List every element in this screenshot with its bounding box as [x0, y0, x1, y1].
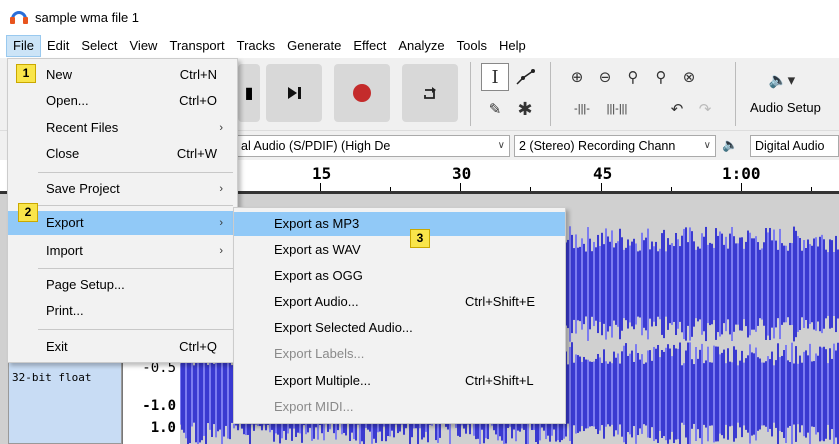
export-audio[interactable]: Export Audio... Ctrl+Shift+E [234, 290, 565, 314]
silence-icon: |||-||| [606, 103, 628, 115]
track-amplitude-scale: -0.5 -1.0 1.0 [122, 356, 180, 444]
file-menu-open[interactable]: Open... Ctrl+O [8, 89, 237, 113]
export-labels[interactable]: Export Labels... [234, 342, 565, 366]
silence-button[interactable]: |||-||| [600, 95, 634, 123]
track-info-panel[interactable]: 32-bit float [8, 356, 122, 444]
menu-transport[interactable]: Transport [163, 35, 230, 57]
file-menu-print[interactable]: Print... [8, 299, 237, 323]
playback-device-select[interactable]: al Audio (S/PDIF) (High De ∨ [236, 135, 510, 157]
speaker-icon: 🔈 [722, 137, 739, 152]
loop-button[interactable] [402, 64, 458, 122]
title-bar: sample wma file 1 [0, 0, 839, 34]
audacity-logo-icon [10, 10, 28, 24]
menu-help[interactable]: Help [493, 35, 532, 57]
window-title: sample wma file 1 [35, 9, 140, 25]
file-menu-import[interactable]: Import › [8, 239, 237, 263]
ruler-label: 15 [312, 164, 332, 183]
export-selected-audio[interactable]: Export Selected Audio... [234, 316, 565, 340]
file-menu-exit[interactable]: Exit Ctrl+Q [8, 335, 237, 359]
zoom-in-button[interactable]: ⊕ [563, 63, 591, 91]
zoom-toggle-button[interactable]: ⊗ [675, 63, 703, 91]
chevron-right-icon: › [219, 122, 223, 134]
audio-setup-label[interactable]: Audio Setup [750, 100, 821, 115]
ruler-label: 45 [593, 164, 613, 183]
redo-icon: ↷ [698, 101, 712, 118]
multi-tool-button[interactable]: ✱ [511, 95, 539, 123]
skip-end-button[interactable] [266, 64, 322, 122]
file-menu-new[interactable]: New Ctrl+N [8, 63, 237, 87]
selection-tool-icon: I [491, 66, 499, 88]
export-as-mp3[interactable]: Export as MP3 [234, 212, 565, 236]
chevron-right-icon: › [219, 245, 223, 257]
export-as-wav[interactable]: Export as WAV [234, 238, 565, 262]
envelope-tool-button[interactable] [511, 63, 539, 91]
file-menu-close[interactable]: Close Ctrl+W [8, 142, 237, 166]
chevron-right-icon: › [219, 217, 223, 229]
draw-tool-button[interactable]: ✎ [481, 95, 509, 123]
record-icon [353, 84, 371, 102]
fit-selection-icon: ⚲ [627, 69, 639, 86]
menu-tools[interactable]: Tools [451, 35, 493, 57]
file-menu-save-project[interactable]: Save Project › [8, 177, 237, 201]
fit-selection-button[interactable]: ⚲ [619, 63, 647, 91]
multi-tool-icon: ✱ [517, 98, 533, 119]
play-button[interactable]: ▮ [238, 64, 260, 122]
menu-generate[interactable]: Generate [281, 35, 347, 57]
menu-edit[interactable]: Edit [41, 35, 75, 57]
speaker-icon: 🔈▾ [768, 72, 796, 89]
menu-effect[interactable]: Effect [347, 35, 392, 57]
export-midi[interactable]: Export MIDI... [234, 395, 565, 419]
trim-button[interactable]: -|||- [565, 95, 599, 123]
menu-analyze[interactable]: Analyze [392, 35, 450, 57]
ruler-label: 1:00 [722, 164, 761, 183]
audio-setup-speaker[interactable]: 🔈▾ [762, 66, 802, 94]
fit-project-icon: ⚲ [655, 69, 667, 86]
menu-bar: File Edit Select View Transport Tracks G… [0, 34, 839, 58]
undo-icon: ↶ [670, 101, 684, 118]
file-menu-recent-files[interactable]: Recent Files › [8, 116, 237, 140]
zoom-out-icon: ⊖ [598, 69, 612, 86]
file-menu-export[interactable]: Export › [8, 211, 237, 235]
step-badge: 1 [16, 64, 36, 83]
skip-end-icon [288, 87, 301, 99]
file-menu: New Ctrl+N Open... Ctrl+O Recent Files › Cl… [7, 58, 238, 363]
selection-tool-button[interactable]: I [481, 63, 509, 91]
undo-button[interactable]: ↶ [663, 95, 691, 123]
zoom-toggle-icon: ⊗ [682, 69, 696, 86]
fit-project-button[interactable]: ⚲ [647, 63, 675, 91]
redo-button[interactable]: ↷ [691, 95, 719, 123]
loop-icon [424, 87, 436, 99]
record-button[interactable] [334, 64, 390, 122]
menu-view[interactable]: View [124, 35, 164, 57]
draw-tool-icon: ✎ [488, 101, 502, 118]
menu-select[interactable]: Select [75, 35, 123, 57]
step-badge: 3 [410, 229, 430, 248]
recording-device-select[interactable]: Digital Audio [750, 135, 839, 157]
recording-channels-select[interactable]: 2 (Stereo) Recording Chann ∨ [514, 135, 716, 157]
ruler-label: 30 [452, 164, 472, 183]
export-submenu: Export as MP3 Export as WAV Export as OG… [233, 207, 566, 424]
export-as-ogg[interactable]: Export as OGG [234, 264, 565, 288]
trim-icon: -|||- [574, 103, 590, 115]
export-multiple[interactable]: Export Multiple... Ctrl+Shift+L [234, 369, 565, 393]
menu-file[interactable]: File [6, 35, 41, 57]
zoom-in-icon: ⊕ [570, 69, 584, 86]
file-menu-page-setup[interactable]: Page Setup... [8, 273, 237, 297]
zoom-out-button[interactable]: ⊖ [591, 63, 619, 91]
track-format: 32-bit float [12, 371, 92, 384]
step-badge: 2 [18, 203, 38, 222]
menu-tracks[interactable]: Tracks [231, 35, 282, 57]
envelope-tool-icon [516, 69, 535, 85]
chevron-right-icon: › [219, 183, 223, 195]
